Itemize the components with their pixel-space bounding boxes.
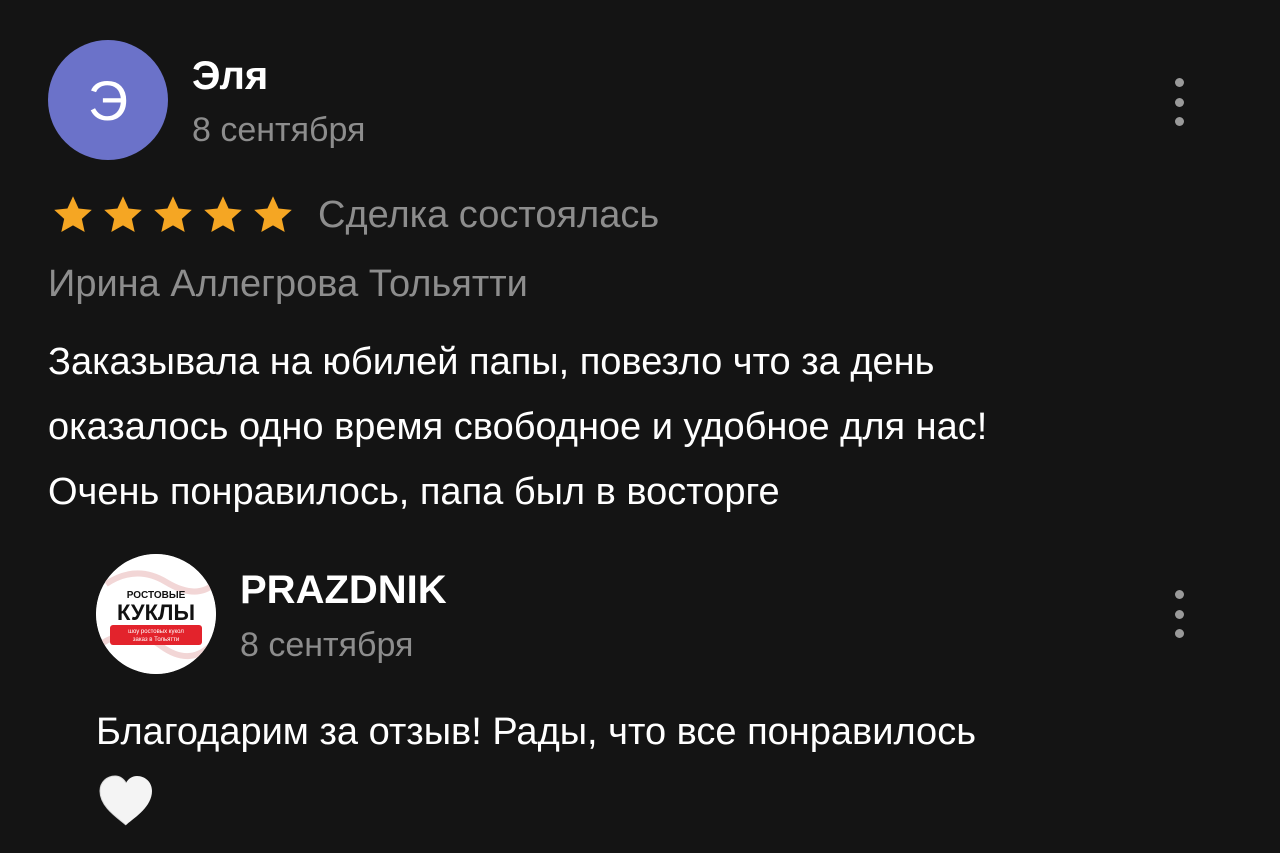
deal-status: Сделка состоялась: [318, 194, 660, 236]
shop-logo: РОСТОВЫЕ КУКЛЫ шоу ростовых кукол заказ …: [96, 554, 216, 674]
rating-row: Сделка состоялась: [50, 190, 659, 240]
reply-author-name[interactable]: PRAZDNIK: [240, 566, 447, 614]
shop-avatar[interactable]: РОСТОВЫЕ КУКЛЫ шоу ростовых кукол заказ …: [96, 554, 216, 674]
review-more-icon[interactable]: [1171, 78, 1187, 126]
star-icon: [54, 196, 92, 233]
star-rating: [50, 192, 296, 238]
star-icon: [204, 196, 242, 233]
logo-line2: КУКЛЫ: [117, 600, 195, 625]
reviews-screen: Э Эля 8 сентября Сделка состоялась Ирина…: [0, 0, 1280, 853]
white-heart-icon: [99, 775, 152, 826]
reply-date: 8 сентября: [240, 626, 414, 664]
reply-more-icon[interactable]: [1171, 590, 1187, 638]
review-text-line: Заказывала на юбилей папы, повезло что з…: [48, 341, 935, 383]
user-avatar[interactable]: Э: [48, 40, 168, 160]
review-text-line: оказалось одно время свободное и удобное…: [48, 406, 988, 448]
listing-title[interactable]: Ирина Аллегрова Тольятти: [48, 258, 528, 310]
star-icon: [254, 196, 292, 233]
avatar-initial: Э: [87, 68, 129, 132]
star-icon: [104, 196, 142, 233]
star-icon: [154, 196, 192, 233]
logo-line3: шоу ростовых кукол: [128, 629, 184, 635]
reply-text: Благодарим за отзыв! Рады, что все понра…: [96, 711, 976, 753]
review-date: 8 сентября: [192, 111, 366, 149]
review-author-name[interactable]: Эля: [192, 52, 268, 100]
review-text-line: Очень понравилось, папа был в восторге: [48, 471, 780, 513]
review-text: Заказывала на юбилей папы, повезло что з…: [48, 330, 1248, 525]
logo-line4: заказ в Тольятти: [133, 637, 180, 643]
